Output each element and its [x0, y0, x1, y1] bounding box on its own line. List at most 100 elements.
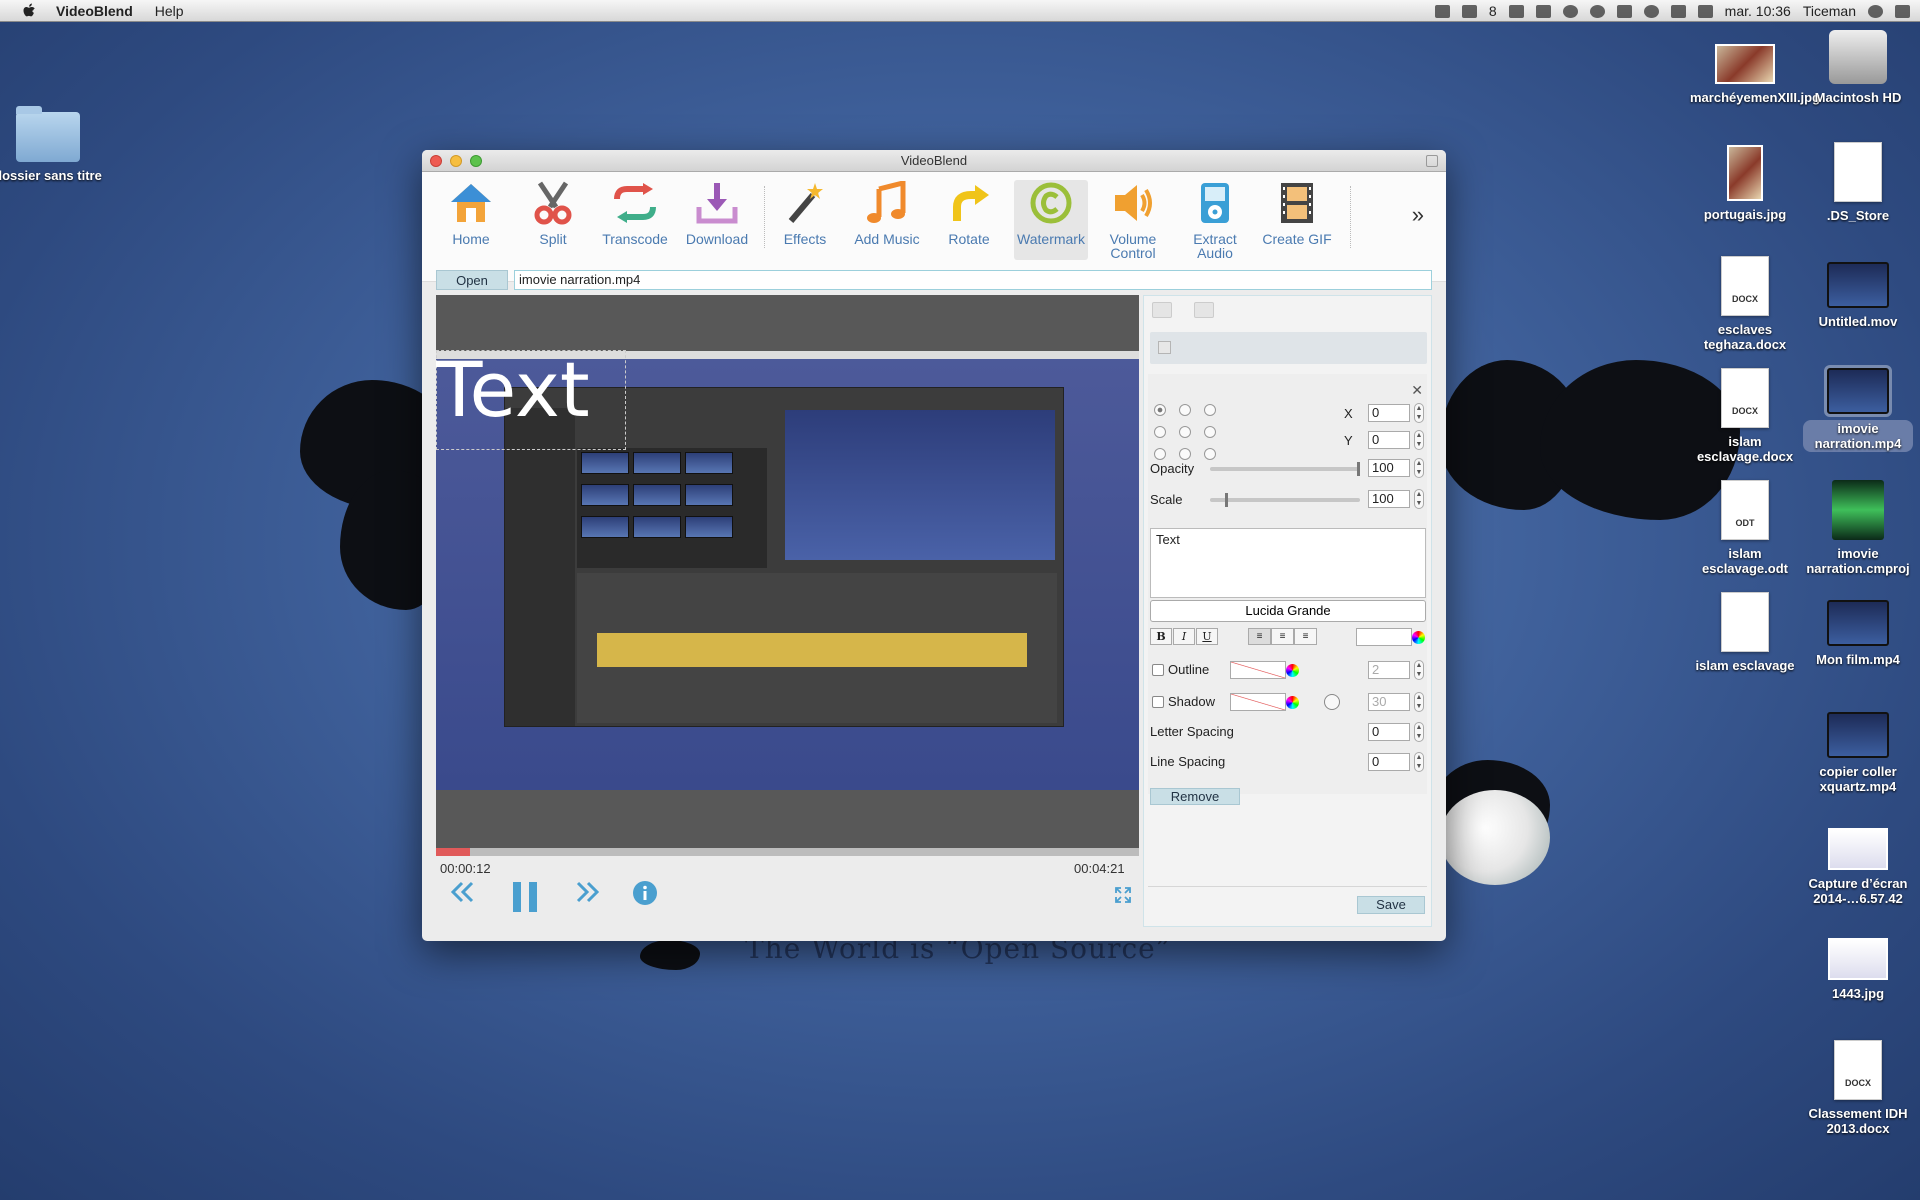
line-spacing-input[interactable]: 0	[1368, 753, 1410, 771]
fast-forward-button[interactable]	[574, 880, 600, 910]
toolbar-extract-audio-button[interactable]: Extract Audio	[1178, 180, 1252, 260]
drive-icon[interactable]	[1434, 4, 1450, 18]
remove-watermark-button[interactable]: Remove	[1150, 788, 1240, 805]
toolbar-more-button[interactable]: »	[1412, 202, 1424, 228]
apple-icon[interactable]	[20, 3, 40, 19]
anchor-top-left-radio[interactable]	[1154, 404, 1166, 416]
desktop-item[interactable]: Macintosh HD	[1803, 30, 1913, 105]
line-spacing-stepper[interactable]: ▲ ▼	[1414, 752, 1424, 772]
anchor-center-radio[interactable]	[1179, 426, 1191, 438]
menu-app-name[interactable]: VideoBlend	[56, 3, 133, 19]
wifi-icon[interactable]	[1643, 4, 1659, 18]
save-button[interactable]: Save	[1357, 896, 1425, 914]
x-stepper[interactable]: ▲ ▼	[1414, 403, 1424, 423]
opacity-input[interactable]: 100	[1368, 459, 1410, 477]
anchor-top-right-radio[interactable]	[1204, 404, 1216, 416]
toolbar-effects-button[interactable]: Effects	[768, 180, 842, 246]
rewind-button[interactable]	[450, 880, 476, 910]
shadow-angle-dial[interactable]	[1324, 694, 1340, 710]
desktop-item[interactable]: copier coller xquartz.mp4	[1803, 712, 1913, 794]
toolbar-transcode-button[interactable]: Transcode	[598, 180, 672, 246]
text-watermark-tab-icon[interactable]	[1194, 302, 1214, 318]
outline-color-wheel-icon[interactable]	[1286, 664, 1299, 677]
scale-input[interactable]: 100	[1368, 490, 1410, 508]
desktop-item[interactable]: ODT islam esclavage.odt	[1690, 480, 1800, 576]
anchor-bottom-center-radio[interactable]	[1179, 448, 1191, 460]
font-picker-button[interactable]: Lucida Grande	[1150, 600, 1426, 622]
keyboard-icon[interactable]	[1670, 4, 1686, 18]
desktop-item[interactable]: .DS_Store	[1803, 142, 1913, 223]
pause-button[interactable]	[510, 880, 540, 920]
sync-icon[interactable]	[1535, 4, 1551, 18]
text-color-field[interactable]	[1356, 628, 1412, 646]
volume-icon[interactable]	[1697, 4, 1713, 18]
desktop-item[interactable]: islam esclavage	[1690, 592, 1800, 673]
menu-help[interactable]: Help	[155, 3, 184, 19]
fullscreen-button[interactable]	[1114, 886, 1132, 909]
italic-button[interactable]: I	[1173, 628, 1195, 645]
toolbar-volume-control-button[interactable]: Volume Control	[1096, 180, 1170, 260]
toolbar-create-gif-button[interactable]: Create GIF	[1260, 180, 1334, 246]
desktop-item[interactable]: Untitled.mov	[1803, 262, 1913, 329]
close-window-icon[interactable]	[430, 155, 442, 167]
zoom-window-icon[interactable]	[470, 155, 482, 167]
dropbox-icon[interactable]	[1461, 4, 1477, 18]
scale-slider-knob[interactable]	[1224, 493, 1228, 507]
fullscreen-window-icon[interactable]	[1426, 155, 1438, 167]
menu-clock[interactable]: mar. 10:36	[1725, 3, 1791, 19]
opacity-slider[interactable]	[1210, 462, 1360, 476]
align-left-button[interactable]: ≡	[1248, 628, 1271, 645]
file-path-field[interactable]: imovie narration.mp4	[514, 270, 1432, 290]
toolbar-rotate-button[interactable]: Rotate	[932, 180, 1006, 246]
scale-stepper[interactable]: ▲ ▼	[1414, 489, 1424, 509]
letter-spacing-stepper[interactable]: ▲ ▼	[1414, 722, 1424, 742]
anchor-top-center-radio[interactable]	[1179, 404, 1191, 416]
watermark-text-overlay[interactable]: Text	[436, 347, 590, 433]
anchor-bottom-right-radio[interactable]	[1204, 448, 1216, 460]
video-preview[interactable]: Text	[436, 295, 1139, 850]
desktop-item[interactable]: Capture d’écran 2014-…6.57.42	[1803, 828, 1913, 906]
opacity-slider-knob[interactable]	[1357, 462, 1360, 476]
desktop-item[interactable]: DOCX esclaves teghaza.docx	[1690, 256, 1800, 352]
anchor-middle-right-radio[interactable]	[1204, 426, 1216, 438]
desktop-item[interactable]: DOCX Classement IDH 2013.docx	[1803, 1040, 1913, 1136]
toolbar-home-button[interactable]: Home	[434, 180, 508, 246]
watermark-layer-row[interactable]	[1150, 332, 1427, 364]
notification-center-icon[interactable]	[1895, 4, 1910, 18]
scale-slider[interactable]	[1210, 493, 1360, 507]
time-machine-icon[interactable]	[1589, 4, 1605, 18]
shadow-checkbox[interactable]	[1152, 696, 1164, 708]
y-stepper[interactable]: ▲ ▼	[1414, 430, 1424, 450]
opacity-stepper[interactable]: ▲ ▼	[1414, 458, 1424, 478]
anchor-middle-left-radio[interactable]	[1154, 426, 1166, 438]
outline-stepper[interactable]: ▲ ▼	[1414, 660, 1424, 680]
close-editor-icon[interactable]: ✕	[1411, 382, 1423, 399]
outline-color-swatch[interactable]	[1230, 661, 1286, 679]
desktop-item-folder[interactable]: dossier sans titre	[0, 106, 103, 183]
airplay-icon[interactable]	[1508, 4, 1524, 18]
open-button[interactable]: Open	[436, 270, 508, 290]
shadow-distance-input[interactable]: 30	[1368, 693, 1410, 711]
desktop-item[interactable]: portugais.jpg	[1690, 145, 1800, 222]
y-input[interactable]: 0	[1368, 431, 1410, 449]
toolbar-split-button[interactable]: Split	[516, 180, 590, 246]
menu-user[interactable]: Ticeman	[1803, 3, 1856, 19]
desktop-item-selected[interactable]: imovie narration.mp4	[1803, 365, 1913, 452]
shadow-color-swatch[interactable]	[1230, 693, 1286, 711]
desktop-item[interactable]: DOCX islam esclavage.docx	[1690, 368, 1800, 464]
layer-visible-checkbox[interactable]	[1158, 341, 1171, 354]
outline-width-input[interactable]: 2	[1368, 661, 1410, 679]
cloud-icon[interactable]	[1562, 4, 1578, 18]
align-right-button[interactable]: ≡	[1294, 628, 1317, 645]
info-button[interactable]	[632, 880, 658, 912]
text-color-wheel-icon[interactable]	[1412, 631, 1425, 644]
toolbar-watermark-button[interactable]: Watermark	[1014, 180, 1088, 260]
spotlight-icon[interactable]	[1868, 4, 1883, 18]
underline-button[interactable]: U	[1196, 628, 1218, 645]
desktop-item[interactable]: Mon film.mp4	[1803, 600, 1913, 667]
toolbar-add-music-button[interactable]: Add Music	[850, 180, 924, 246]
bluetooth-icon[interactable]	[1616, 4, 1632, 18]
anchor-bottom-left-radio[interactable]	[1154, 448, 1166, 460]
letter-spacing-input[interactable]: 0	[1368, 723, 1410, 741]
desktop-item[interactable]: marchéyemenXIII.jpg	[1690, 44, 1820, 105]
